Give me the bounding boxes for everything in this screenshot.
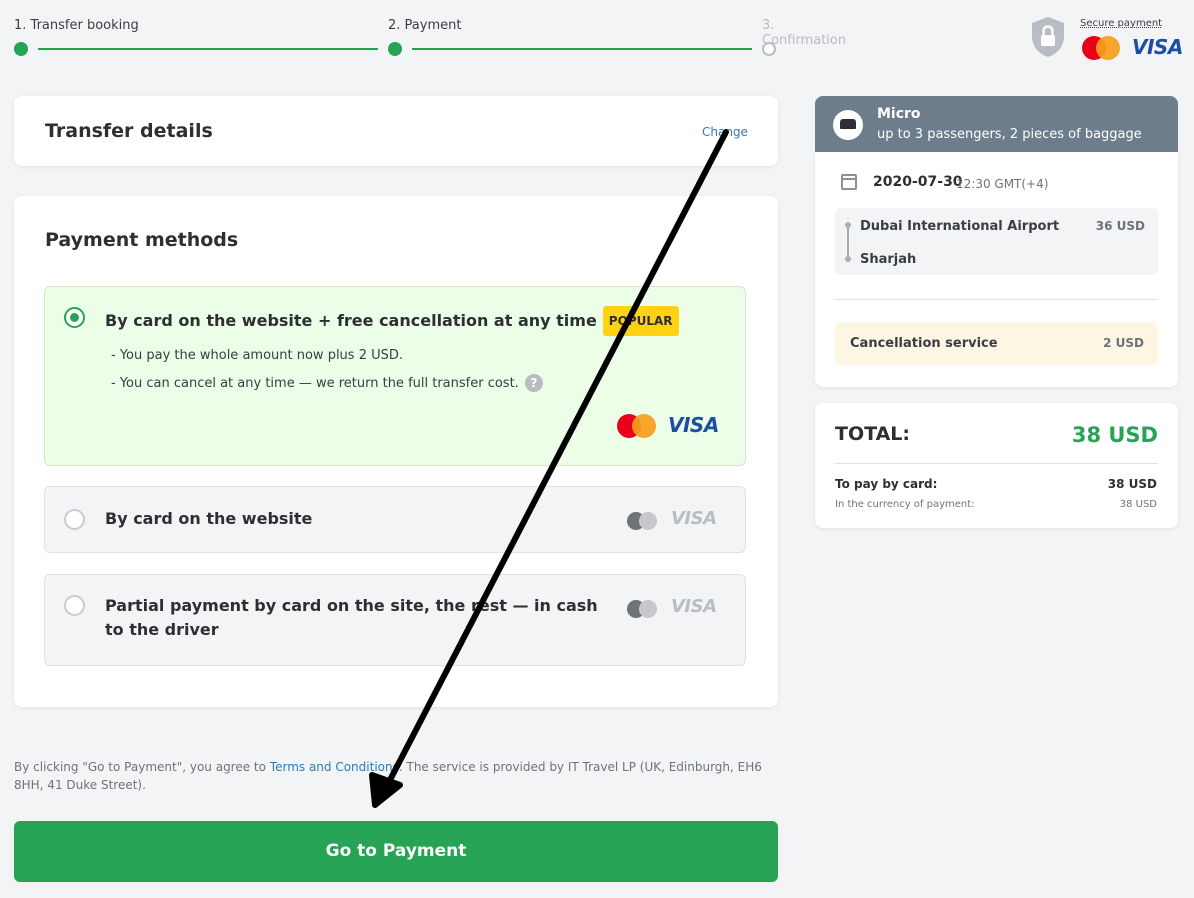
vehicle-class: Micro: [877, 106, 921, 122]
option-note: - You pay the whole amount now plus 2 US…: [111, 348, 404, 363]
step-dot-pending: [762, 42, 776, 56]
transfer-details-title: Transfer details: [45, 120, 213, 142]
terms-link[interactable]: Terms and Conditions: [270, 760, 399, 774]
radio-selected[interactable]: [64, 307, 85, 328]
progress-stepper: 1. Transfer booking 2. Payment 3. Confir…: [14, 18, 846, 58]
route-to: Sharjah: [860, 252, 917, 267]
step-line: [38, 48, 378, 50]
total-card: TOTAL: 38 USD To pay by card: 38 USD In …: [815, 403, 1178, 528]
option-title: Partial payment by card on the site, the…: [105, 596, 598, 639]
transfer-time: 12:30 GMT(+4): [956, 177, 1049, 191]
currency-label: In the currency of payment:: [835, 499, 975, 510]
divider: [835, 463, 1158, 464]
route-box: Dubai International Airport Sharjah 36 U…: [835, 208, 1158, 275]
payment-methods-title: Payment methods: [45, 229, 239, 251]
cancellation-label: Cancellation service: [850, 336, 998, 351]
route-line: [845, 222, 851, 262]
visa-logo: VISA: [1132, 35, 1183, 59]
total-label: TOTAL:: [835, 423, 911, 445]
mastercard-icon: [627, 600, 665, 624]
mastercard-icon: [1082, 36, 1120, 60]
mastercard-icon: [617, 414, 656, 438]
transfer-details-card: Transfer details Change: [14, 96, 778, 166]
radio-unselected[interactable]: [64, 595, 85, 616]
change-link[interactable]: Change: [702, 125, 748, 139]
booking-summary: 2020-07-30 12:30 GMT(+4) Dubai Internati…: [815, 152, 1178, 387]
payment-option-card-free-cancel[interactable]: By card on the website + free cancellati…: [44, 286, 746, 466]
visa-logo: VISA: [668, 413, 719, 437]
payment-option-card[interactable]: By card on the website VISA: [44, 486, 746, 553]
radio-unselected[interactable]: [64, 509, 85, 530]
option-title: By card on the website: [105, 509, 313, 528]
currency-value: 38 USD: [1119, 499, 1157, 510]
step-line: [412, 48, 752, 50]
transfer-date: 2020-07-30: [873, 174, 963, 190]
route-price: 36 USD: [1095, 219, 1145, 233]
option-title: By card on the website + free cancellati…: [105, 306, 679, 336]
car-icon: [833, 110, 863, 140]
popular-badge: POPULAR: [602, 306, 679, 336]
cancellation-service-row: Cancellation service 2 USD: [835, 322, 1158, 365]
to-pay-label: To pay by card:: [835, 477, 938, 491]
secure-payment-badge: Secure payment VISA: [1030, 16, 1185, 62]
payment-option-partial[interactable]: Partial payment by card on the site, the…: [44, 574, 746, 666]
mastercard-icon: [627, 512, 665, 536]
visa-logo: VISA: [671, 508, 717, 529]
cancellation-price: 2 USD: [1103, 336, 1144, 350]
calendar-icon: [841, 174, 857, 190]
step-label-confirmation: 3. Confirmation: [762, 18, 847, 48]
go-to-payment-button[interactable]: Go to Payment: [14, 821, 778, 882]
payment-methods-card: Payment methods By card on the website +…: [14, 196, 778, 707]
vehicle-summary-header: Micro up to 3 passengers, 2 pieces of ba…: [815, 96, 1178, 152]
total-value: 38 USD: [1071, 423, 1158, 447]
shield-lock-icon: [1032, 17, 1064, 57]
route-from: Dubai International Airport: [860, 219, 1060, 234]
step-label-payment: 2. Payment: [388, 18, 462, 33]
step-dot-current: [388, 42, 402, 56]
secure-payment-label: Secure payment: [1080, 18, 1163, 29]
step-dot-done: [14, 42, 28, 56]
step-label-transfer-booking: 1. Transfer booking: [14, 18, 139, 33]
vehicle-capacity: up to 3 passengers, 2 pieces of baggage: [877, 127, 1142, 142]
help-icon[interactable]: ?: [524, 374, 543, 392]
option-note: - You can cancel at any time — we return…: [111, 374, 543, 392]
to-pay-value: 38 USD: [1107, 477, 1157, 491]
visa-logo: VISA: [671, 596, 717, 617]
terms-notice: By clicking "Go to Payment", you agree t…: [14, 760, 762, 792]
divider: [835, 299, 1158, 300]
